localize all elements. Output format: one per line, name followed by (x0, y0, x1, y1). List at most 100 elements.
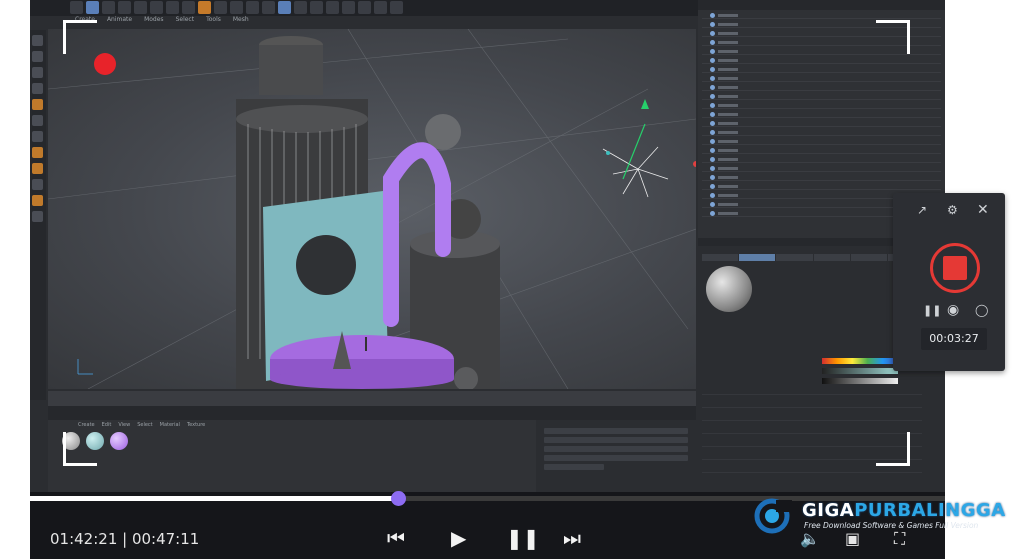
toolbar-button[interactable] (230, 1, 243, 14)
object-row[interactable] (702, 66, 941, 73)
stop-record-button[interactable] (930, 243, 980, 293)
toolbar-button[interactable] (262, 1, 275, 14)
tab-reflectance[interactable] (776, 254, 813, 261)
pause-icon[interactable]: ❚❚ (506, 527, 540, 549)
apply-button[interactable] (544, 464, 604, 470)
stop-record-icon (943, 256, 967, 280)
material-preview (706, 266, 752, 312)
tool-icon[interactable] (32, 115, 43, 126)
object-row[interactable] (702, 12, 941, 19)
attribute-row[interactable] (702, 388, 922, 395)
tool-icon[interactable] (32, 35, 43, 46)
toolbar-button[interactable] (70, 1, 83, 14)
material-menu-item[interactable]: Create (78, 422, 95, 428)
attribute-row[interactable] (702, 401, 922, 408)
toolbar-button[interactable] (374, 1, 387, 14)
toolbar-button[interactable] (358, 1, 371, 14)
coordinate-field[interactable] (544, 428, 688, 434)
pause-icon[interactable]: ❚❚ (923, 305, 941, 317)
color-spectrum[interactable] (822, 358, 898, 364)
brightness-slider[interactable] (822, 378, 898, 384)
toolbar-button[interactable] (150, 1, 163, 14)
object-row[interactable] (702, 183, 941, 190)
timeline-ruler[interactable] (48, 391, 696, 406)
brand-part-giga: GIGA (802, 500, 855, 521)
close-icon[interactable]: ✕ (977, 203, 989, 217)
menu-bar: Create Animate Modes Select Tools Mesh (75, 16, 249, 27)
recording-indicator (94, 53, 116, 75)
cube-icon[interactable] (278, 1, 291, 14)
toolbar-button[interactable] (166, 1, 179, 14)
move-tool-icon[interactable] (86, 1, 99, 14)
tool-icon[interactable] (32, 195, 43, 206)
settings-icon[interactable]: ⚙ (947, 204, 958, 216)
tool-icon[interactable] (32, 163, 43, 174)
menu-item[interactable]: Mesh (233, 16, 249, 27)
color-slider[interactable] (822, 368, 898, 374)
coordinate-field[interactable] (544, 455, 688, 461)
attribute-row[interactable] (702, 414, 922, 421)
object-row[interactable] (702, 165, 941, 172)
object-row[interactable] (702, 75, 941, 82)
rotate-tool-icon[interactable] (118, 1, 131, 14)
render-icon[interactable] (198, 1, 211, 14)
object-row[interactable] (702, 129, 941, 136)
tab-color[interactable] (739, 254, 776, 261)
object-row[interactable] (702, 111, 941, 118)
toolbar-button[interactable] (246, 1, 259, 14)
tab-basic[interactable] (702, 254, 739, 261)
marker-icon[interactable]: ◯ (975, 304, 988, 316)
attribute-row[interactable] (702, 466, 922, 473)
menu-item[interactable]: Tools (206, 16, 221, 27)
object-row[interactable] (702, 93, 941, 100)
capture-corner-top-left (63, 20, 97, 54)
tool-icon[interactable] (32, 179, 43, 190)
toolbar-button[interactable] (342, 1, 355, 14)
material-swatch[interactable] (110, 432, 128, 450)
tool-icon[interactable] (32, 99, 43, 110)
object-row[interactable] (702, 147, 941, 154)
object-row[interactable] (702, 138, 941, 145)
skip-next-icon[interactable]: ⏭ (563, 527, 581, 549)
left-toolbar (30, 30, 46, 400)
toolbar-button[interactable] (214, 1, 227, 14)
toolbar-button[interactable] (310, 1, 323, 14)
menu-item[interactable]: Select (176, 16, 195, 27)
toolbar-button[interactable] (390, 1, 403, 14)
tool-icon[interactable] (32, 51, 43, 62)
toolbar-button[interactable] (294, 1, 307, 14)
tab-illumination[interactable] (813, 254, 850, 261)
tool-icon[interactable] (32, 67, 43, 78)
tab-editor[interactable] (850, 254, 887, 261)
watermark: GIGAPURBALINGGA Free Download Software &… (752, 496, 1005, 536)
material-menu-item[interactable]: Edit (102, 422, 112, 428)
tool-icon[interactable] (32, 83, 43, 94)
material-menu-item[interactable]: Material (160, 422, 180, 428)
play-icon[interactable]: ▶ (451, 527, 466, 549)
object-row[interactable] (702, 156, 941, 163)
material-menu-item[interactable]: Texture (187, 422, 205, 428)
popout-icon[interactable]: ↗ (917, 204, 927, 216)
toolbar-button[interactable] (326, 1, 339, 14)
toolbar-button[interactable] (134, 1, 147, 14)
object-row[interactable] (702, 84, 941, 91)
menu-item[interactable]: Modes (144, 16, 163, 27)
object-row[interactable] (702, 102, 941, 109)
object-row[interactable] (702, 174, 941, 181)
tool-icon[interactable] (32, 211, 43, 222)
3d-viewport[interactable] (48, 29, 696, 389)
coordinate-field[interactable] (544, 446, 688, 452)
material-menu-item[interactable]: Select (137, 422, 152, 428)
menu-item[interactable]: Animate (107, 16, 132, 27)
tool-icon[interactable] (32, 131, 43, 142)
object-row[interactable] (702, 57, 941, 64)
skip-previous-icon[interactable]: ⏮ (387, 527, 405, 549)
coordinate-field[interactable] (544, 437, 688, 443)
tool-icon[interactable] (32, 147, 43, 158)
seek-handle[interactable] (390, 491, 406, 506)
material-menu-item[interactable]: View (118, 422, 130, 428)
scale-tool-icon[interactable] (102, 1, 115, 14)
object-row[interactable] (702, 120, 941, 127)
screenshot-icon[interactable]: ◉ (947, 303, 959, 317)
toolbar-button[interactable] (182, 1, 195, 14)
